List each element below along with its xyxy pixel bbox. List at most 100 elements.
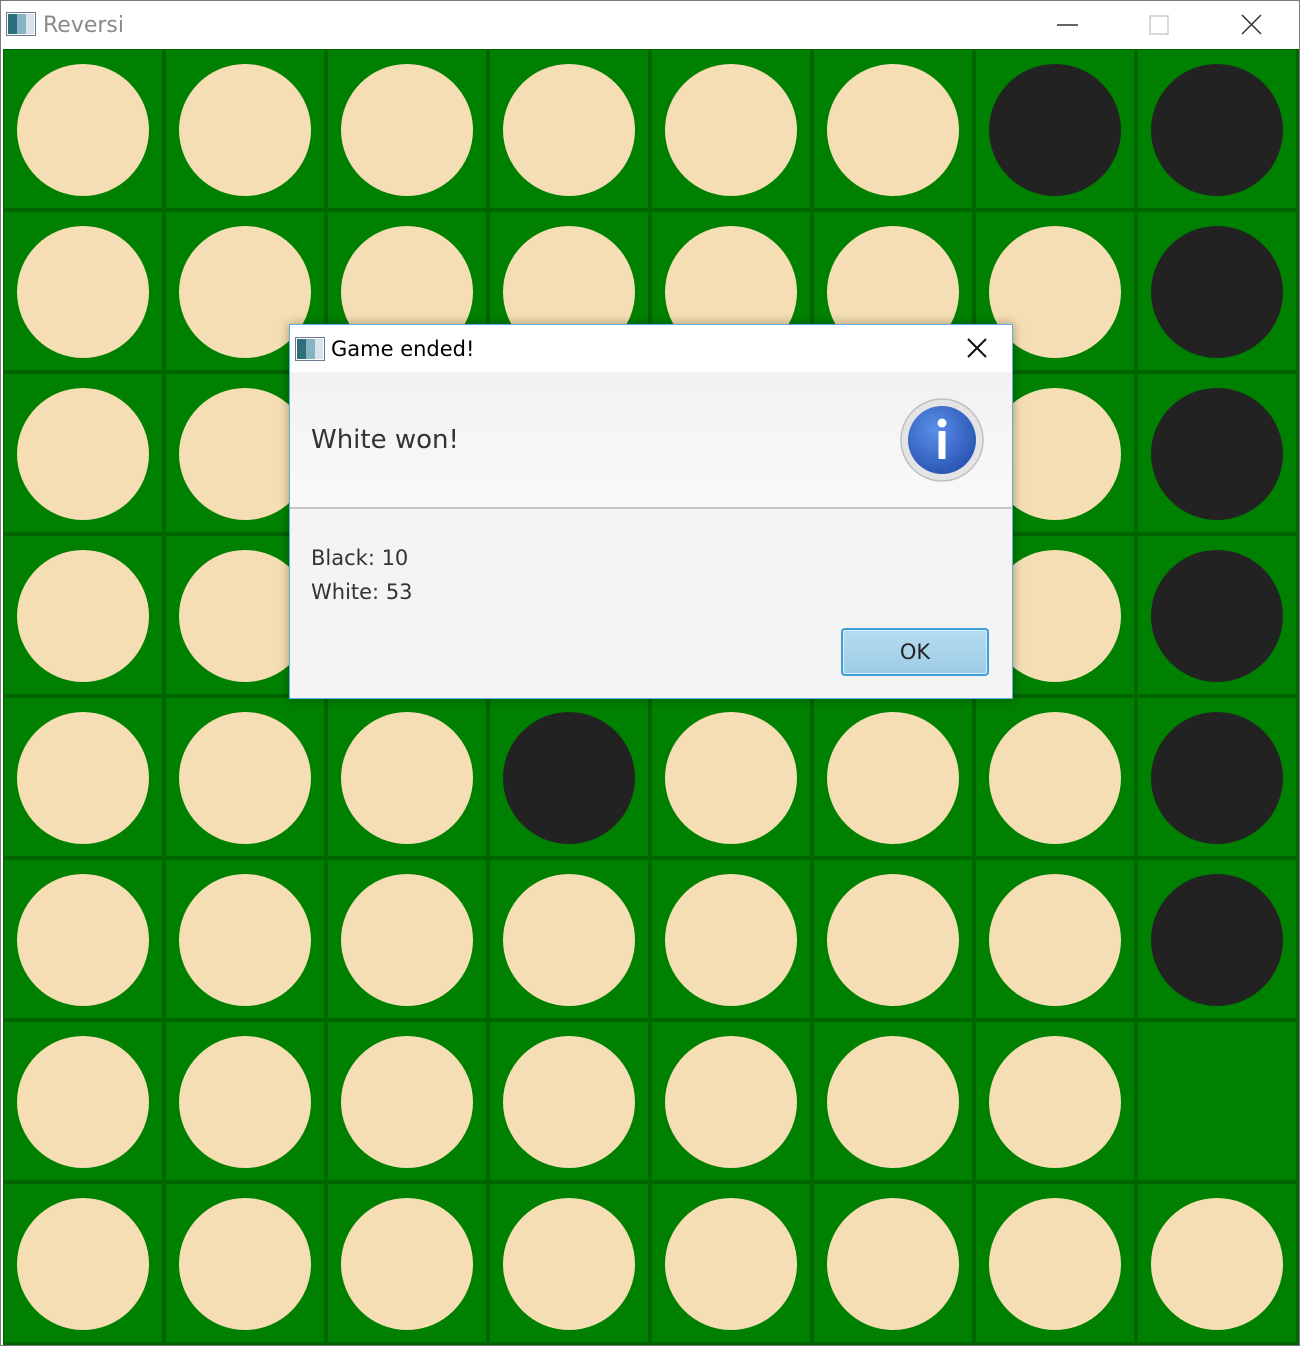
board-cell[interactable]: [4, 536, 162, 694]
white-piece: [17, 874, 149, 1006]
board-cell[interactable]: [1138, 536, 1296, 694]
board-cell[interactable]: [166, 860, 324, 1018]
game-ended-dialog: Game ended! White won! Black: 10 White: …: [289, 324, 1013, 699]
board-cell[interactable]: [1138, 50, 1296, 208]
board-cell[interactable]: [1138, 1184, 1296, 1342]
board-cell[interactable]: [166, 1184, 324, 1342]
white-piece: [827, 874, 959, 1006]
board-cell[interactable]: [328, 1022, 486, 1180]
board-cell[interactable]: [1138, 374, 1296, 532]
black-piece: [1151, 550, 1283, 682]
board-cell[interactable]: [328, 50, 486, 208]
black-piece: [1151, 226, 1283, 358]
board-cell[interactable]: [4, 860, 162, 1018]
board-cell[interactable]: [328, 860, 486, 1018]
board-cell[interactable]: [4, 212, 162, 370]
white-piece: [827, 64, 959, 196]
minimize-button[interactable]: [1022, 1, 1114, 48]
board-cell[interactable]: [976, 698, 1134, 856]
white-score: White: 53: [311, 580, 413, 604]
board-cell[interactable]: [4, 1184, 162, 1342]
board-cell[interactable]: [4, 50, 162, 208]
close-icon: [1241, 14, 1262, 35]
board-cell[interactable]: [490, 1022, 648, 1180]
white-piece: [341, 1036, 473, 1168]
board-cell[interactable]: [166, 50, 324, 208]
info-icon: [900, 398, 984, 482]
board-cell[interactable]: [166, 698, 324, 856]
ok-button[interactable]: OK: [841, 628, 989, 676]
board-cell[interactable]: [652, 1022, 810, 1180]
board-cell[interactable]: [490, 1184, 648, 1342]
black-piece: [1151, 712, 1283, 844]
board-cell[interactable]: [652, 698, 810, 856]
dialog-header: White won!: [290, 372, 1012, 509]
white-piece: [989, 1036, 1121, 1168]
board-cell[interactable]: [1138, 860, 1296, 1018]
dialog-close-button[interactable]: [958, 333, 998, 365]
board-cell[interactable]: [976, 1184, 1134, 1342]
board-cell[interactable]: [4, 698, 162, 856]
board-cell[interactable]: [814, 698, 972, 856]
white-piece: [179, 64, 311, 196]
white-piece: [665, 712, 797, 844]
white-piece: [17, 388, 149, 520]
dialog-title: Game ended!: [331, 337, 475, 361]
board-cell[interactable]: [328, 1184, 486, 1342]
white-piece: [17, 64, 149, 196]
board-cell[interactable]: [652, 50, 810, 208]
white-piece: [503, 64, 635, 196]
white-piece: [179, 712, 311, 844]
white-piece: [827, 712, 959, 844]
app-icon: [6, 12, 36, 36]
board-cell[interactable]: [976, 50, 1134, 208]
white-piece: [665, 1198, 797, 1330]
white-piece: [17, 1036, 149, 1168]
white-piece: [503, 874, 635, 1006]
white-piece: [989, 874, 1121, 1006]
white-piece: [179, 874, 311, 1006]
board-cell[interactable]: [814, 1184, 972, 1342]
board-cell[interactable]: [328, 698, 486, 856]
dialog-header-text: White won!: [311, 425, 459, 455]
dialog-title-bar[interactable]: Game ended!: [290, 325, 1012, 372]
white-piece: [827, 1198, 959, 1330]
board-cell[interactable]: [166, 1022, 324, 1180]
white-piece: [341, 64, 473, 196]
board-cell[interactable]: [490, 698, 648, 856]
board-cell[interactable]: [976, 1022, 1134, 1180]
white-piece: [17, 1198, 149, 1330]
dialog-content: Black: 10 White: 53: [311, 541, 413, 609]
reversi-window: Reversi Game ended! White won! Black: 10…: [0, 0, 1300, 1346]
white-piece: [17, 226, 149, 358]
app-icon: [295, 337, 325, 361]
white-piece: [341, 874, 473, 1006]
title-bar[interactable]: Reversi: [1, 1, 1299, 48]
black-piece: [989, 64, 1121, 196]
white-piece: [989, 712, 1121, 844]
board-cell[interactable]: [1138, 698, 1296, 856]
board-cell[interactable]: [490, 50, 648, 208]
white-piece: [827, 1036, 959, 1168]
white-piece: [665, 64, 797, 196]
board-cell[interactable]: [814, 860, 972, 1018]
board-cell[interactable]: [4, 374, 162, 532]
white-piece: [341, 712, 473, 844]
board-cell[interactable]: [1138, 212, 1296, 370]
board-cell[interactable]: [652, 1184, 810, 1342]
board-cell[interactable]: [814, 1022, 972, 1180]
black-piece: [503, 712, 635, 844]
board-cell[interactable]: [976, 860, 1134, 1018]
board-cell[interactable]: [1138, 1022, 1296, 1180]
white-piece: [341, 1198, 473, 1330]
board-cell[interactable]: [652, 860, 810, 1018]
board-cell[interactable]: [490, 860, 648, 1018]
maximize-button[interactable]: [1114, 1, 1206, 48]
white-piece: [179, 1036, 311, 1168]
board-cell[interactable]: [814, 50, 972, 208]
close-button[interactable]: [1206, 1, 1298, 48]
window-title: Reversi: [43, 13, 125, 38]
board-cell[interactable]: [4, 1022, 162, 1180]
white-piece: [17, 712, 149, 844]
black-piece: [1151, 388, 1283, 520]
